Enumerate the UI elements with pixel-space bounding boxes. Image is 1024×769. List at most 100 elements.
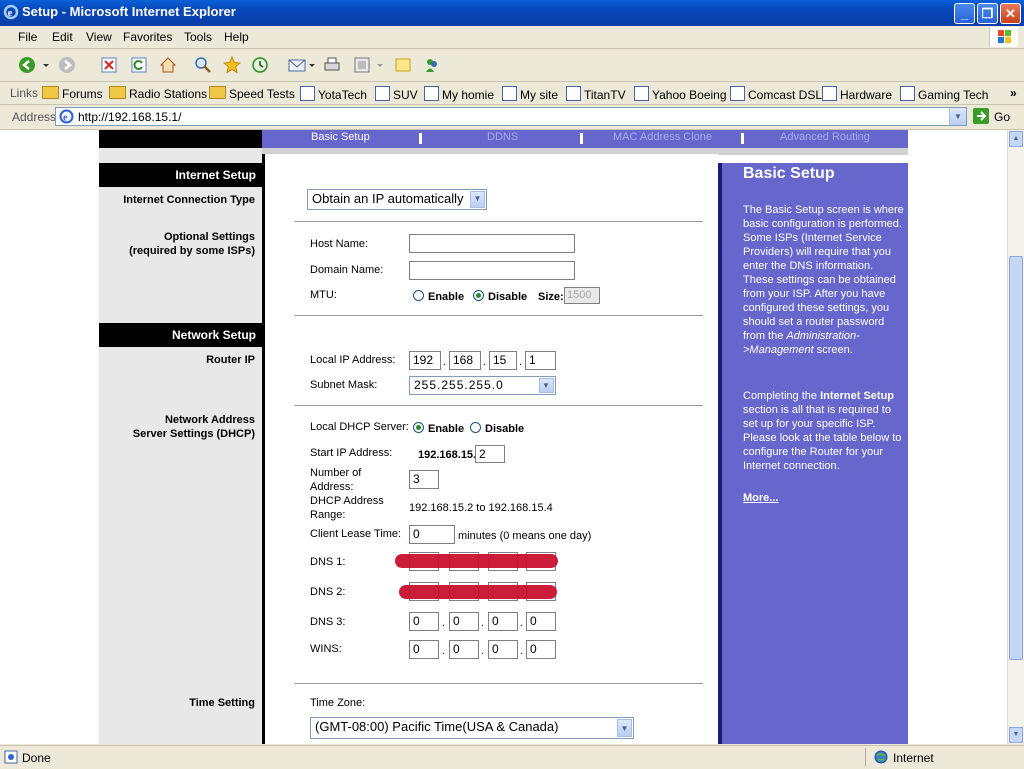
folder-icon (209, 86, 226, 99)
go-arrow-icon (973, 108, 989, 124)
local-ip-label: Local IP Address: (310, 354, 396, 366)
nav-advanced-routing[interactable]: Advanced Routing (780, 131, 870, 143)
local-ip-octet-4[interactable]: 1 (525, 351, 556, 370)
domain-name-input[interactable] (409, 261, 575, 280)
windows-logo-icon (989, 27, 1018, 47)
ie-icon: e (3, 4, 19, 20)
time-setting-label: Time Setting (189, 697, 255, 709)
wins-label: WINS: (310, 643, 342, 655)
address-input[interactable]: e http://192.168.15.1/ ▼ (55, 107, 967, 126)
mtu-enable-radio[interactable] (413, 290, 424, 301)
local-ip-octet-1[interactable]: 192 (409, 351, 441, 370)
menu-view[interactable]: View (86, 30, 112, 44)
help-paragraph-1: The Basic Setup screen is where basic co… (743, 204, 904, 356)
wins-octet-4[interactable]: 0 (526, 640, 556, 659)
mtu-disable-radio[interactable] (473, 290, 484, 301)
time-zone-select[interactable]: (GMT-08:00) Pacific Time(USA & Canada) ▼ (310, 717, 634, 739)
menu-tools[interactable]: Tools (184, 30, 212, 44)
minimize-button[interactable]: _ (954, 3, 975, 24)
wins-octet-1[interactable]: 0 (409, 640, 439, 659)
link-comcast-dsl[interactable]: Comcast DSL (730, 86, 822, 102)
maximize-button[interactable]: ❐ (977, 3, 998, 24)
address-dropdown-icon[interactable]: ▼ (949, 108, 966, 125)
sub-nav-bar: Basic Setup DDNS MAC Address Clone Advan… (99, 130, 908, 148)
mtu-size-input[interactable]: 1500 (564, 287, 600, 304)
link-speed-tests[interactable]: Speed Tests (209, 86, 295, 101)
nav-basic-setup[interactable]: Basic Setup (311, 131, 370, 143)
close-button[interactable]: ✕ (1000, 3, 1021, 24)
nav-mac-address-clone[interactable]: MAC Address Clone (613, 131, 712, 143)
chevron-down-icon: ▼ (470, 191, 485, 208)
page-icon: e (59, 109, 74, 127)
refresh-icon[interactable] (130, 56, 148, 74)
link-forums[interactable]: Forums (42, 86, 103, 101)
menu-help[interactable]: Help (224, 30, 249, 44)
number-of-address-input[interactable]: 3 (409, 470, 439, 489)
link-radio-stations[interactable]: Radio Stations (109, 86, 207, 101)
scroll-down-icon[interactable]: ▼ (1009, 727, 1023, 743)
link-yahoo-boeing[interactable]: Yahoo Boeing (634, 86, 727, 102)
divider (295, 405, 703, 406)
favorites-icon[interactable] (222, 55, 242, 74)
go-button[interactable]: Go (972, 107, 1020, 126)
link-my-homie[interactable]: My homie (424, 86, 494, 102)
address-label: Address (12, 110, 57, 124)
link-suv[interactable]: SUV (375, 86, 418, 102)
link-gaming-tech[interactable]: Gaming Tech (900, 86, 988, 102)
print-icon[interactable] (323, 56, 341, 74)
number-of-address-label: Number of (310, 467, 362, 479)
search-icon[interactable] (194, 56, 212, 74)
dns3-octet-2[interactable]: 0 (449, 612, 479, 631)
dns3-octet-4[interactable]: 0 (526, 612, 556, 631)
dns1-label: DNS 1: (310, 556, 346, 568)
time-zone-label: Time Zone: (310, 697, 366, 709)
local-ip-octet-2[interactable]: 168 (449, 351, 481, 370)
forward-icon[interactable] (58, 56, 76, 74)
divider (295, 683, 703, 684)
number-of-address-sublabel: Address: (310, 481, 354, 493)
subnet-mask-select[interactable]: 255.255.255.0 ▼ (409, 376, 556, 395)
status-text: Done (22, 751, 51, 765)
links-overflow-chevron-icon[interactable]: » (1010, 86, 1017, 100)
client-lease-input[interactable]: 0 (409, 525, 455, 544)
stop-icon[interactable] (100, 56, 118, 74)
zone-text: Internet (893, 751, 934, 765)
dhcp-disable-radio[interactable] (470, 422, 481, 433)
dns3-octet-1[interactable]: 0 (409, 612, 439, 631)
svg-text:e: e (63, 113, 68, 124)
menu-favorites[interactable]: Favorites (123, 30, 172, 44)
link-my-site[interactable]: My site (502, 86, 558, 102)
messenger-icon[interactable] (423, 56, 441, 74)
connection-type-select[interactable]: Obtain an IP automatically ▼ (307, 189, 487, 210)
wins-octet-3[interactable]: 0 (488, 640, 518, 659)
vertical-scrollbar[interactable]: ▲ ▼ (1007, 130, 1024, 744)
wins-octet-2[interactable]: 0 (449, 640, 479, 659)
help-title: Basic Setup (743, 165, 835, 182)
mail-icon[interactable] (288, 56, 306, 74)
dns3-octet-3[interactable]: 0 (488, 612, 518, 631)
mtu-enable-label: Enable (428, 291, 465, 303)
menu-file[interactable]: File (18, 30, 37, 44)
scroll-up-icon[interactable]: ▲ (1009, 131, 1023, 147)
home-icon[interactable] (159, 56, 177, 74)
folder-icon (42, 86, 59, 99)
local-ip-octet-3[interactable]: 15 (489, 351, 517, 370)
discuss-icon[interactable] (394, 56, 412, 74)
scroll-thumb[interactable] (1009, 256, 1023, 660)
dhcp-enable-radio[interactable] (413, 422, 424, 433)
history-icon[interactable] (251, 56, 269, 74)
page-icon (375, 86, 390, 101)
help-more-link[interactable]: More... (743, 491, 778, 505)
link-yotatech[interactable]: YotaTech (300, 86, 367, 102)
edit-icon[interactable] (353, 56, 371, 74)
back-icon[interactable] (18, 56, 36, 74)
nav-ddns[interactable]: DDNS (487, 131, 518, 143)
start-ip-input[interactable]: 2 (475, 445, 505, 463)
help-paragraph-2: Completing the Internet Setup section is… (743, 390, 902, 472)
link-titantv[interactable]: TitanTV (566, 86, 626, 102)
dhcp-sublabel: Server Settings (DHCP) (132, 428, 255, 440)
menu-edit[interactable]: Edit (52, 30, 73, 44)
link-hardware[interactable]: Hardware (822, 86, 892, 102)
host-name-input[interactable] (409, 234, 575, 253)
edit-dropdown-icon[interactable] (376, 56, 394, 74)
